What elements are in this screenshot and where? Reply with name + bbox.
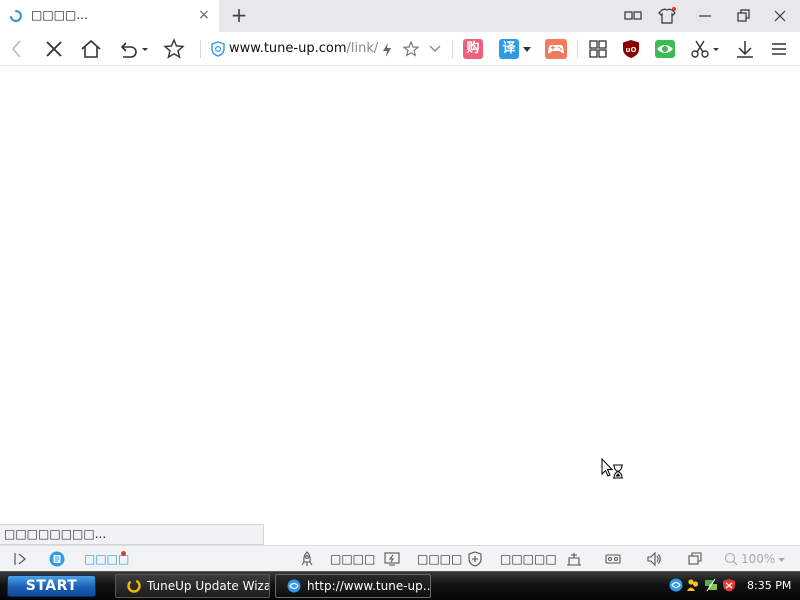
active-tab[interactable]: □□□□... × [0,0,219,32]
toggle-sidebar-icon[interactable] [12,551,28,567]
download-icon[interactable] [734,38,756,60]
game-extension-icon[interactable] [545,39,567,59]
busy-cursor-icon [601,458,623,479]
tab-strip: □□□□... × + [0,0,800,32]
volume-icon[interactable] [646,551,662,567]
url-host: www.tune-up.com [229,41,347,56]
lightning-icon[interactable] [382,43,392,57]
window-restore-icon[interactable] [687,551,703,567]
ublock-shield-icon[interactable]: uO [620,38,642,60]
skin-shirt-icon[interactable] [657,6,677,26]
navigation-toolbar: www.tune-up.com/link/? 购 译 uO [0,32,800,66]
undo-close-tab-icon[interactable] [117,38,149,60]
start-button[interactable]: START [7,575,96,597]
rocket-icon[interactable] [299,551,315,567]
split-view-icon[interactable] [623,6,643,26]
tab-title: □□□□... [31,8,88,22]
chevron-down-icon[interactable] [429,44,441,54]
home-icon[interactable] [80,38,102,60]
taskbar-clock[interactable]: 8:35 PM [747,579,791,592]
bookmark-star-icon[interactable] [403,41,419,57]
zoom-dropdown-icon[interactable] [778,558,785,563]
url-text[interactable]: www.tune-up.com/link/? [229,41,379,56]
status-item-1-label[interactable]: □□□□ [330,552,375,566]
toolbar-divider [577,40,578,58]
taskbar-item-label: TuneUp Update Wizard [147,579,270,593]
reader-icon[interactable] [49,551,65,567]
taskbar-item-tuneup[interactable]: TuneUp Update Wizard [115,574,270,598]
status-item-2-label[interactable]: □□□□ [417,552,462,566]
svg-text:uO: uO [626,46,637,54]
translate-extension-button[interactable]: 译 [499,39,519,59]
stop-icon[interactable] [43,38,65,60]
shopping-extension-button[interactable]: 购 [463,39,483,59]
taskbar-item-label: http://www.tune-up... [307,579,431,593]
video-icon[interactable] [605,551,621,567]
screenshot-scissors-icon[interactable] [689,38,721,60]
tray-network-icon[interactable] [704,578,718,592]
translate-dropdown-icon[interactable] [523,47,531,53]
zoom-level[interactable]: 100% [741,552,775,566]
status-item-3-label[interactable]: □□□□□ [500,552,557,566]
translate-page-icon[interactable] [566,551,582,567]
notification-dot [121,551,126,556]
loading-spinner-icon [10,10,22,22]
monitor-speed-icon[interactable] [384,551,400,567]
zoom-icon[interactable] [724,552,738,566]
taskbar: START TuneUp Update Wizard http://www.tu… [0,571,800,600]
security-shield-icon [211,41,225,57]
browser-icon [287,579,301,593]
toolbar-divider [452,40,453,58]
toolbar-divider [200,40,201,58]
close-window-icon[interactable] [770,6,790,26]
status-bubble: □□□□□□□□... [0,524,264,545]
menu-icon[interactable] [768,38,790,60]
tray-browser-icon[interactable] [669,578,683,592]
new-tab-button[interactable]: + [228,3,250,27]
minimize-icon[interactable] [695,6,715,26]
favorite-star-icon[interactable] [163,38,185,60]
tray-shield-icon[interactable] [722,578,736,592]
browser-status-bar: □□□□ □□□□ □□□□ □□□□□ 100% [0,545,800,571]
apps-grid-icon[interactable] [587,38,609,60]
tray-people-icon[interactable] [686,578,700,592]
tab-close-icon[interactable]: × [198,7,210,23]
back-icon[interactable] [6,38,28,60]
taskbar-item-browser[interactable]: http://www.tune-up... [275,574,431,598]
url-path: /link/? [346,41,380,56]
tuneup-icon [127,579,141,593]
restore-icon[interactable] [733,6,753,26]
security-shield-status-icon[interactable] [467,551,483,567]
address-bar[interactable]: www.tune-up.com/link/? [204,36,446,62]
eye-protect-icon[interactable] [654,38,676,60]
page-content-area[interactable] [0,66,800,524]
